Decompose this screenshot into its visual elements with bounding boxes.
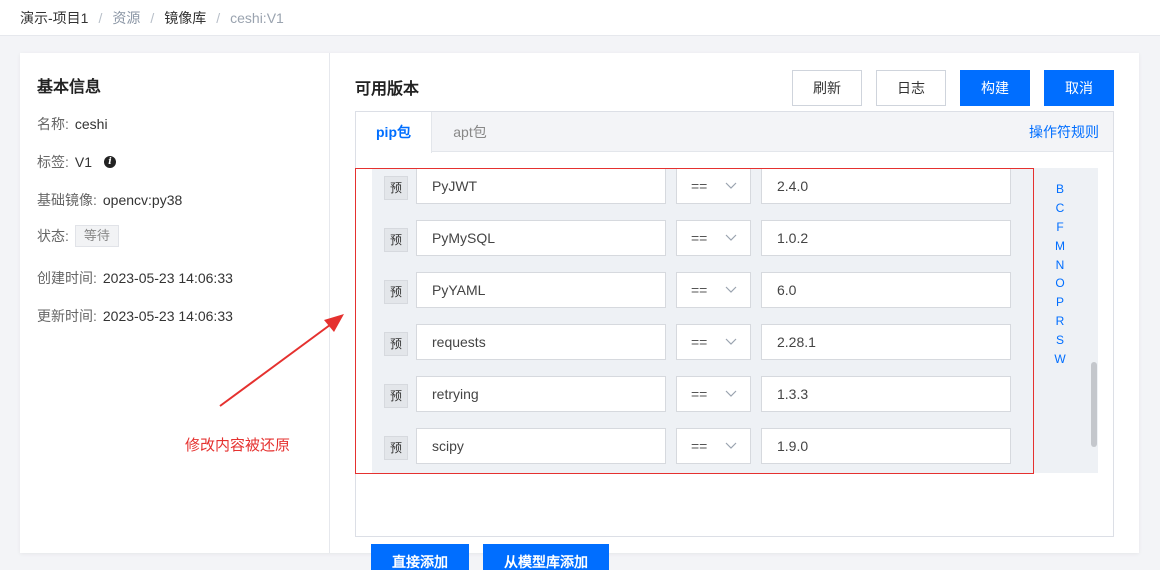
package-row: 预 PyJWT == 2.4.0 <box>372 168 1022 204</box>
operator-select[interactable]: == <box>676 168 751 204</box>
breadcrumb-current: ceshi:V1 <box>230 9 284 26</box>
operator-value: == <box>691 230 708 246</box>
package-version-input[interactable]: 1.9.0 <box>761 428 1011 464</box>
breadcrumb-project[interactable]: 演示-项目1 <box>20 8 88 28</box>
chevron-down-icon <box>725 234 737 241</box>
preinstalled-tag: 预 <box>384 332 408 356</box>
alphabet-index: BCFMNOPRSW <box>1052 180 1068 369</box>
info-tag-row: 标签: V1 i <box>37 152 117 172</box>
package-name-input[interactable]: requests <box>416 324 666 360</box>
tag-label: 标签: <box>37 154 69 170</box>
info-status-row: 状态: 等待 <box>37 225 119 247</box>
package-version-input[interactable]: 6.0 <box>761 272 1011 308</box>
preinstalled-tag: 预 <box>384 280 408 304</box>
status-badge: 等待 <box>74 225 119 247</box>
package-name-input[interactable]: PyYAML <box>416 272 666 308</box>
operator-rules-link[interactable]: 操作符规则 <box>1029 112 1099 152</box>
package-list: 预 PyJWT == 2.4.0 预 PyMySQL == 1.0.2 预 PyYAML == 6.0… <box>372 168 1092 473</box>
breadcrumb-separator: / <box>98 9 103 26</box>
breadcrumb-image-repo[interactable]: 镜像库 <box>164 8 206 28</box>
build-button[interactable]: 构建 <box>960 70 1030 106</box>
operator-select[interactable]: == <box>676 428 751 464</box>
package-version-input[interactable]: 2.4.0 <box>761 168 1011 204</box>
package-row: 预 PyMySQL == 1.0.2 <box>372 220 1022 256</box>
info-updated-row: 更新时间: 2023-05-23 14:06:33 <box>37 306 233 326</box>
name-value: ceshi <box>74 116 108 132</box>
main-card: 基本信息 名称: ceshi 标签: V1 i 基础镜像: opencv:py3… <box>20 53 1139 570</box>
info-icon[interactable]: i <box>104 156 117 168</box>
index-letter[interactable]: F <box>1052 218 1068 237</box>
annotation-text: 修改内容被还原 <box>185 437 291 454</box>
operator-select[interactable]: == <box>676 324 751 360</box>
versions-title: 可用版本 <box>355 81 420 98</box>
tab-bar: pip包 apt包 操作符规则 <box>356 112 1113 153</box>
name-label: 名称: <box>37 116 69 132</box>
chevron-down-icon <box>725 182 737 189</box>
chevron-down-icon <box>725 338 737 345</box>
created-value: 2023-05-23 14:06:33 <box>102 270 233 286</box>
cancel-button[interactable]: 取消 <box>1044 70 1114 106</box>
info-base-image-row: 基础镜像: opencv:py38 <box>37 190 182 210</box>
breadcrumb-separator: / <box>216 9 221 26</box>
package-version-input[interactable]: 1.0.2 <box>761 220 1011 256</box>
package-version-input[interactable]: 2.28.1 <box>761 324 1011 360</box>
tab-pip[interactable]: pip包 <box>356 112 432 153</box>
index-letter[interactable]: M <box>1052 237 1068 256</box>
chevron-down-icon <box>725 390 737 397</box>
info-name-row: 名称: ceshi <box>37 114 108 134</box>
add-direct-button[interactable]: 直接添加 <box>371 544 469 570</box>
operator-select[interactable]: == <box>676 220 751 256</box>
operator-value: == <box>691 334 708 350</box>
chevron-down-icon <box>725 442 737 449</box>
refresh-button[interactable]: 刷新 <box>792 70 862 106</box>
base-image-label: 基础镜像: <box>37 192 97 208</box>
breadcrumb-separator: / <box>150 9 155 26</box>
index-letter[interactable]: O <box>1052 274 1068 293</box>
package-version-input[interactable]: 1.3.3 <box>761 376 1011 412</box>
package-name-input[interactable]: scipy <box>416 428 666 464</box>
tag-value: V1 <box>74 154 93 170</box>
preinstalled-tag: 预 <box>384 228 408 252</box>
package-row: 预 requests == 2.28.1 <box>372 324 1022 360</box>
breadcrumb: 演示-项目1 / 资源 / 镜像库 / ceshi:V1 <box>0 0 1160 36</box>
package-name-input[interactable]: retrying <box>416 376 666 412</box>
preinstalled-tag: 预 <box>384 384 408 408</box>
index-letter[interactable]: W <box>1052 350 1068 369</box>
operator-value: == <box>691 438 708 454</box>
operator-select[interactable]: == <box>676 376 751 412</box>
versions-panel: 可用版本 刷新 日志 构建 取消 pip包 apt包 操作符规则 预 PyJWT =… <box>331 53 1139 570</box>
operator-value: == <box>691 178 708 194</box>
package-name-input[interactable]: PyJWT <box>416 168 666 204</box>
chevron-down-icon <box>725 286 737 293</box>
status-label: 状态: <box>37 228 69 244</box>
log-button[interactable]: 日志 <box>876 70 946 106</box>
preinstalled-tag: 预 <box>384 436 408 460</box>
created-label: 创建时间: <box>37 270 97 286</box>
preinstalled-tag: 预 <box>384 176 408 200</box>
annotation-arrow-icon <box>219 314 344 407</box>
index-letter[interactable]: C <box>1052 199 1068 218</box>
package-row: 预 retrying == 1.3.3 <box>372 376 1022 412</box>
breadcrumb-resources[interactable]: 资源 <box>112 8 140 28</box>
index-letter[interactable]: R <box>1052 312 1068 331</box>
operator-value: == <box>691 282 708 298</box>
package-row: 预 scipy == 1.9.0 <box>372 428 1022 464</box>
index-letter[interactable]: P <box>1052 293 1068 312</box>
operator-value: == <box>691 386 708 402</box>
package-name-input[interactable]: PyMySQL <box>416 220 666 256</box>
basic-info-title: 基本信息 <box>37 79 102 96</box>
add-from-model-repo-button[interactable]: 从模型库添加 <box>483 544 609 570</box>
index-letter[interactable]: B <box>1052 180 1068 199</box>
tab-apt[interactable]: apt包 <box>432 112 508 152</box>
updated-label: 更新时间: <box>37 308 97 324</box>
base-image-value: opencv:py38 <box>102 192 183 208</box>
package-tabs: pip包 apt包 操作符规则 预 PyJWT == 2.4.0 预 PyMySQL == 1… <box>355 111 1114 570</box>
info-created-row: 创建时间: 2023-05-23 14:06:33 <box>37 268 233 288</box>
package-row: 预 PyYAML == 6.0 <box>372 272 1022 308</box>
scrollbar-thumb[interactable] <box>1091 362 1097 447</box>
operator-select[interactable]: == <box>676 272 751 308</box>
index-letter[interactable]: N <box>1052 256 1068 275</box>
index-letter[interactable]: S <box>1052 331 1068 350</box>
